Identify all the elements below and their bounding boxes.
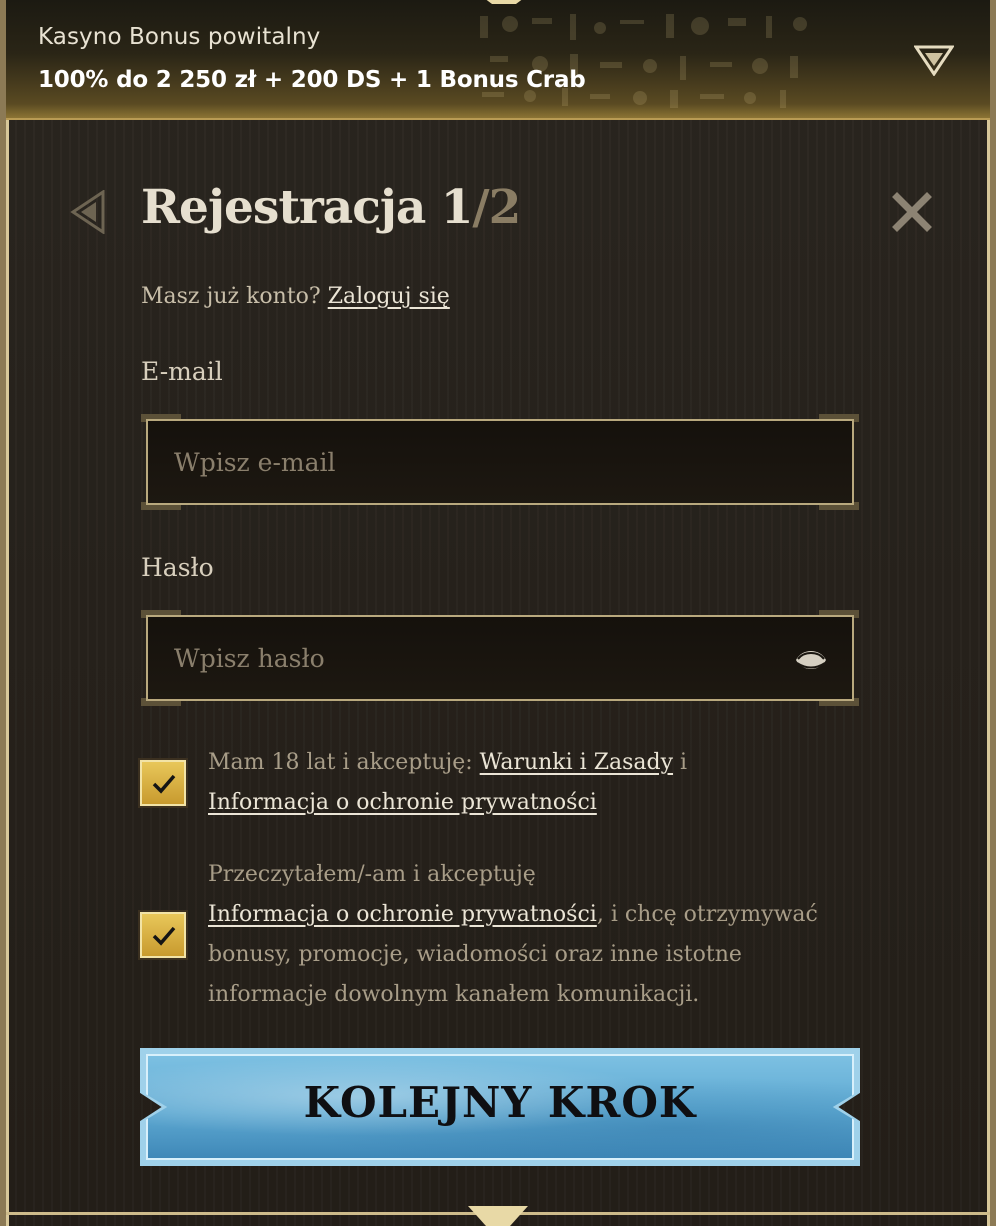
- marketing-consent-text: Przeczytałem/-am i akceptuję Informacja o…: [208, 855, 848, 1015]
- email-field[interactable]: [148, 421, 852, 503]
- hieroglyph-decoration: [480, 14, 807, 108]
- marketing-text-before: Przeczytałem/-am i akceptuję: [208, 862, 536, 887]
- checkmark-icon: [152, 774, 176, 794]
- login-link[interactable]: Zaloguj się: [328, 284, 450, 309]
- terms-consent-text: Mam 18 lat i akceptuję: Warunki i Zasady…: [208, 743, 848, 823]
- triangle-left-icon[interactable]: [70, 189, 106, 235]
- login-prompt: Masz już konto? Zaloguj się: [141, 284, 450, 309]
- marketing-checkbox[interactable]: [140, 912, 186, 958]
- terms-link[interactable]: Warunki i Zasady: [480, 750, 673, 775]
- close-icon[interactable]: [892, 192, 932, 232]
- page-title-total: 2: [488, 180, 522, 235]
- login-prompt-text: Masz już konto?: [141, 284, 328, 309]
- password-field-wrap: [141, 610, 859, 706]
- eye-icon[interactable]: [794, 645, 828, 675]
- privacy-link-terms[interactable]: Informacja o ochronie prywatności: [208, 790, 597, 815]
- next-step-button[interactable]: KOLEJNY KROK: [140, 1048, 860, 1166]
- triangle-down-icon[interactable]: [913, 44, 955, 77]
- banner-notch: [484, 0, 524, 4]
- terms-text-mid: i: [673, 750, 688, 775]
- page-title-step: Rejestracja 1: [141, 180, 473, 235]
- page-title: Rejestracja 1/2: [141, 180, 522, 235]
- password-label: Hasło: [141, 553, 214, 582]
- next-step-label: KOLEJNY KROK: [303, 1078, 697, 1127]
- terms-checkbox[interactable]: [140, 760, 186, 806]
- banner-title: Kasyno Bonus powitalny: [38, 24, 321, 50]
- checkmark-icon: [152, 926, 176, 946]
- privacy-link-marketing[interactable]: Informacja o ochronie prywatności: [208, 902, 597, 927]
- page-title-separator: /: [472, 180, 489, 235]
- terms-text-before: Mam 18 lat i akceptuję:: [208, 750, 480, 775]
- password-field[interactable]: [148, 617, 852, 699]
- banner-offer: 100% do 2 250 zł + 200 DS + 1 Bonus Crab: [38, 67, 586, 93]
- bonus-banner[interactable]: Kasyno Bonus powitalny 100% do 2 250 zł …: [6, 0, 990, 120]
- email-field-wrap: [141, 414, 859, 510]
- email-label: E-mail: [141, 357, 223, 386]
